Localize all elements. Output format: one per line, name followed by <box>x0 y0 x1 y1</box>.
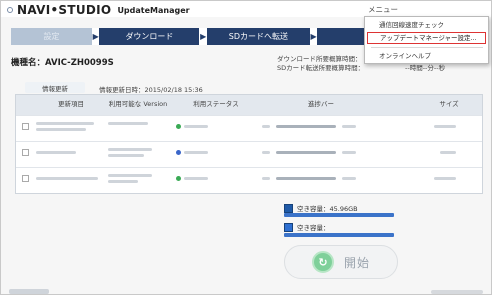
blurred-text <box>434 125 456 128</box>
blurred-text <box>262 125 270 128</box>
blurred-text <box>342 151 356 154</box>
logo-ring-icon <box>7 7 13 13</box>
app-logo: NAVI•STUDIO UpdateManager <box>7 3 190 17</box>
step-arrow-icon: ▶ <box>91 28 100 45</box>
row-checkbox[interactable] <box>22 123 29 130</box>
blurred-text <box>36 151 76 154</box>
menu-item-online-help[interactable]: オンラインヘルプ <box>367 50 486 62</box>
status-icon <box>176 124 181 129</box>
blurred-text <box>184 151 208 154</box>
table-header: 更新項目 利用可能な Version 利用ステータス 進捗バー サイズ <box>16 95 482 115</box>
app-name: UpdateManager <box>117 5 190 15</box>
table-row[interactable] <box>16 167 482 193</box>
step-arrow-icon: ▶ <box>199 28 207 45</box>
transfer-time-label: SDカード転送所要概算時間： <box>277 64 365 72</box>
info-update-date: 情報更新日時：2015/02/18 15:36 <box>99 86 203 94</box>
step-arrow-icon: ▶ <box>309 28 318 45</box>
blurred-text <box>434 177 456 180</box>
sd-capacity-bar <box>284 233 394 237</box>
footer-logo <box>9 289 49 294</box>
blurred-text <box>108 148 152 151</box>
blurred-text <box>108 154 144 157</box>
blurred-text <box>440 151 456 154</box>
footer-text <box>431 290 483 294</box>
header-size: サイズ <box>439 100 459 109</box>
sd-capacity: 空き容量： <box>284 222 330 232</box>
download-time-label: ダウンロード所要概算時間： <box>277 55 362 63</box>
time-labels: ダウンロード所要概算時間： SDカード転送所要概算時間： <box>277 55 364 73</box>
sd-card-icon <box>284 222 293 232</box>
step-settings: 設定 <box>11 28 92 45</box>
blurred-text <box>342 177 356 180</box>
pc-capacity-bar <box>284 213 394 217</box>
pc-capacity: 空き容量：45.96GB <box>284 203 358 213</box>
blurred-text <box>36 128 86 131</box>
table-row[interactable] <box>16 141 482 167</box>
status-icon <box>176 176 181 181</box>
menu-button[interactable]: メニュー <box>368 4 398 15</box>
start-button-label: 開始 <box>343 255 370 270</box>
model-name: 機種名：AVIC-ZH0099S <box>11 58 114 68</box>
menu-item-speed-check[interactable]: 通信回線速度チェック <box>367 19 486 31</box>
pc-drive-icon <box>284 203 293 213</box>
progress-bar <box>276 177 336 180</box>
status-icon <box>176 150 181 155</box>
table-row[interactable] <box>16 115 482 141</box>
menu-item-settings[interactable]: アップデートマネージャー設定... <box>367 32 486 44</box>
progress-bar <box>276 125 336 128</box>
info-update-button[interactable]: 情報更新 <box>25 82 85 93</box>
header-version: 利用可能な Version <box>108 100 168 109</box>
header-update-item: 更新項目 <box>58 100 84 109</box>
blurred-text <box>36 122 94 125</box>
transfer-time-value: --時間--分--秒 <box>405 64 446 72</box>
menu-dropdown: 通信回線速度チェック アップデートマネージャー設定... オンラインヘルプ <box>364 16 489 64</box>
blurred-text <box>108 122 148 125</box>
refresh-icon: ↻ <box>311 251 334 273</box>
blurred-text <box>108 180 138 183</box>
blurred-text <box>184 125 208 128</box>
blurred-text <box>262 177 270 180</box>
start-button[interactable]: ↻ 開始 <box>284 245 398 279</box>
header-progress: 進捗バー <box>308 100 334 109</box>
progress-bar <box>276 151 336 154</box>
sd-capacity-label: 空き容量： <box>297 224 330 232</box>
title-bar: NAVI•STUDIO UpdateManager メニュー <box>1 1 491 17</box>
logo-text: NAVI•STUDIO <box>17 3 112 17</box>
header-status: 利用ステータス <box>193 100 239 109</box>
row-checkbox[interactable] <box>22 149 29 156</box>
pc-capacity-label: 空き容量：45.96GB <box>297 205 358 213</box>
blurred-text <box>108 174 152 177</box>
blurred-text <box>184 177 208 180</box>
row-checkbox[interactable] <box>22 175 29 182</box>
step-download: ダウンロード <box>99 28 200 45</box>
blurred-text <box>342 125 356 128</box>
update-table: 更新項目 利用可能な Version 利用ステータス 進捗バー サイズ <box>15 94 483 194</box>
update-manager-window: NAVI•STUDIO UpdateManager メニュー 通信回線速度チェッ… <box>0 0 492 295</box>
blurred-text <box>262 151 270 154</box>
blurred-text <box>36 177 98 180</box>
step-sd-transfer: SDカードへ転送 <box>207 28 310 45</box>
menu-divider <box>371 47 483 48</box>
